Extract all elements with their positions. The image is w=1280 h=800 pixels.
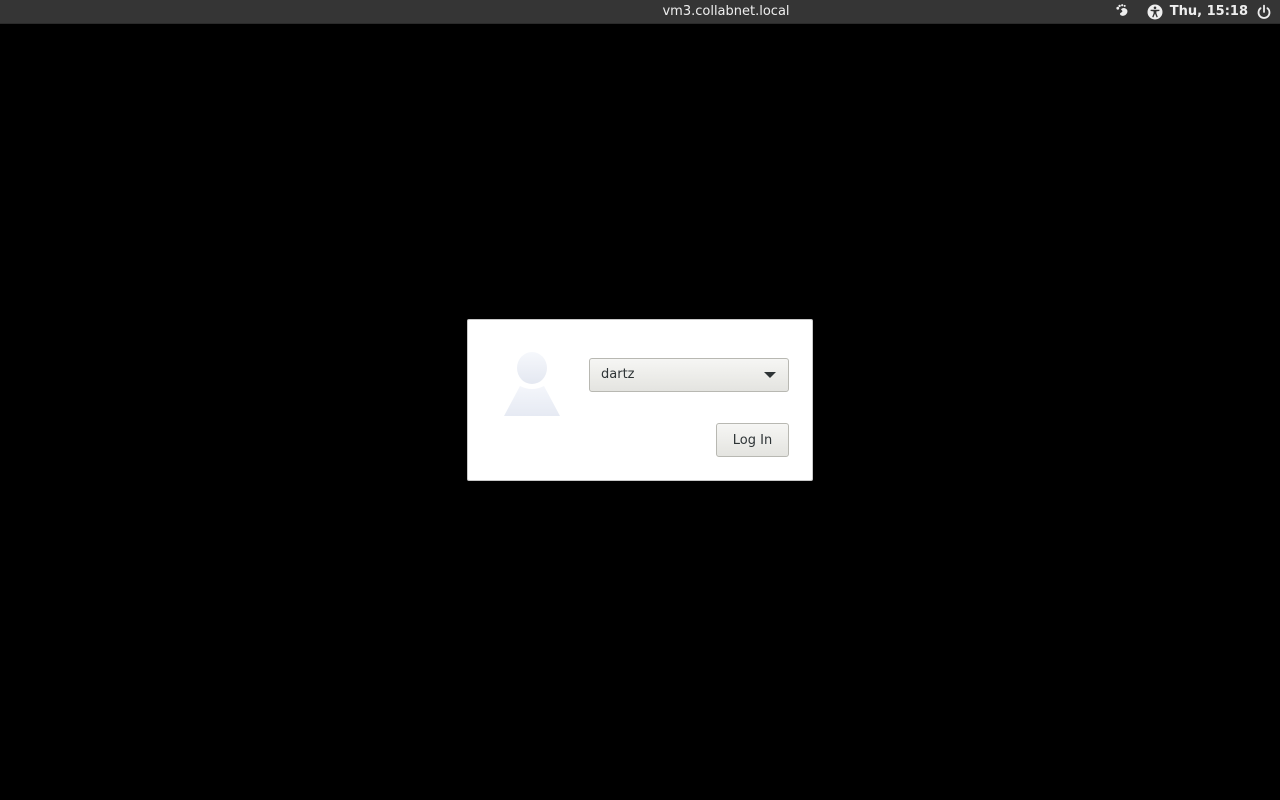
gnome-foot-icon[interactable]	[1115, 4, 1131, 20]
selected-user-label: dartz	[601, 367, 635, 382]
default-user-avatar-icon	[500, 348, 564, 418]
clock-label[interactable]: Thu, 15:18	[1170, 0, 1248, 24]
dropdown-arrow-icon	[764, 372, 776, 378]
user-select-dropdown[interactable]: dartz	[589, 358, 789, 392]
hostname-label: vm3.collabnet.local	[662, 4, 790, 19]
accessibility-icon[interactable]	[1147, 4, 1163, 20]
login-button[interactable]: Log In	[716, 423, 789, 457]
system-tray: Thu, 15:18	[1115, 0, 1272, 24]
login-dialog: dartz Log In	[467, 319, 813, 481]
power-icon[interactable]	[1256, 4, 1272, 20]
top-bar: vm3.collabnet.local Thu, 15:18	[0, 0, 1280, 24]
